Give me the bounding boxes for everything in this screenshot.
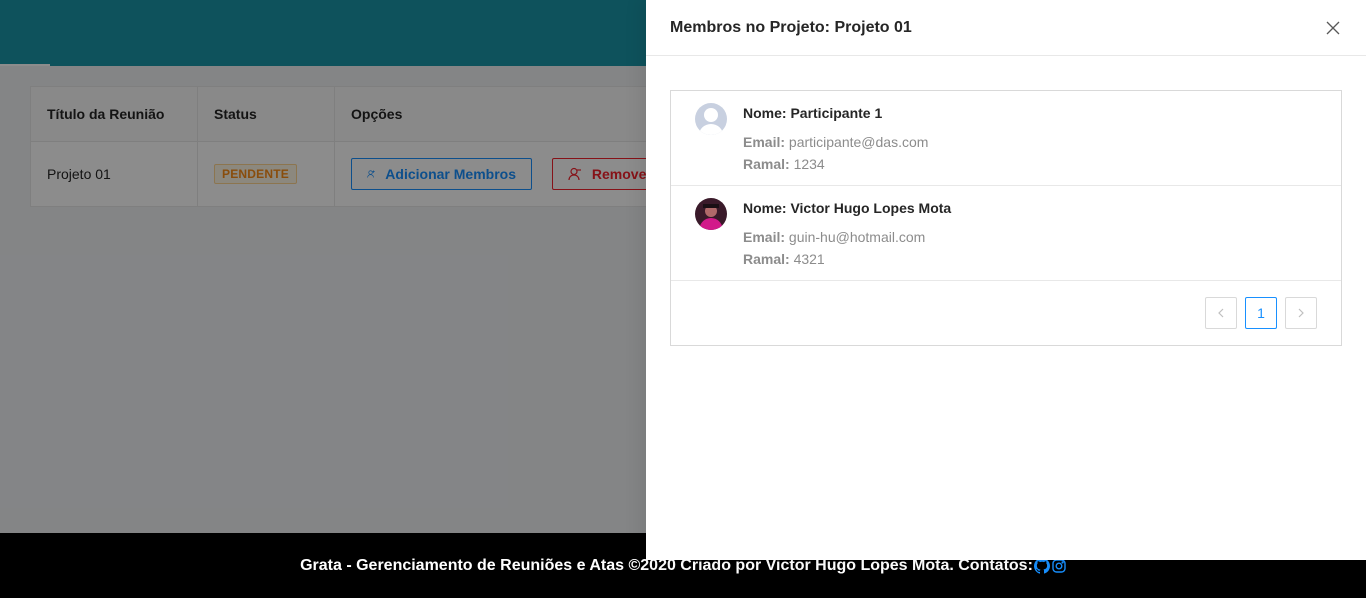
member-ramal: 1234 xyxy=(793,156,825,172)
member-email: guin-hu@hotmail.com xyxy=(788,229,926,245)
page-1-button[interactable]: 1 xyxy=(1245,297,1277,329)
members-drawer: Membros no Projeto: Projeto 01 Nome: Par… xyxy=(646,0,1366,560)
close-button[interactable] xyxy=(1324,19,1342,37)
chevron-right-icon xyxy=(1298,308,1304,318)
chevron-left-icon xyxy=(1218,308,1224,318)
list-item: Nome: Victor Hugo Lopes Mota Email: guin… xyxy=(671,186,1341,281)
pagination: 1 xyxy=(1205,297,1317,329)
email-label: Email: xyxy=(743,229,786,245)
ramal-label: Ramal: xyxy=(743,156,790,172)
avatar xyxy=(695,198,727,230)
drawer-header: Membros no Projeto: Projeto 01 xyxy=(646,0,1366,56)
member-ramal: 4321 xyxy=(793,251,825,267)
member-name: Nome: Participante 1 xyxy=(743,105,883,121)
prev-page-button[interactable] xyxy=(1205,297,1237,329)
avatar xyxy=(695,103,727,135)
user-placeholder-icon xyxy=(695,103,727,135)
next-page-button[interactable] xyxy=(1285,297,1317,329)
user-photo-icon xyxy=(695,198,727,230)
email-label: Email: xyxy=(743,134,786,150)
ramal-label: Ramal: xyxy=(743,251,790,267)
instagram-icon[interactable] xyxy=(1052,558,1066,573)
members-list: Nome: Participante 1 Email: participante… xyxy=(670,90,1342,346)
member-name: Nome: Victor Hugo Lopes Mota xyxy=(743,200,952,216)
close-icon xyxy=(1326,21,1340,34)
drawer-title: Membros no Projeto: Projeto 01 xyxy=(670,18,912,36)
member-email: participante@das.com xyxy=(788,134,929,150)
list-item: Nome: Participante 1 Email: participante… xyxy=(671,91,1341,186)
